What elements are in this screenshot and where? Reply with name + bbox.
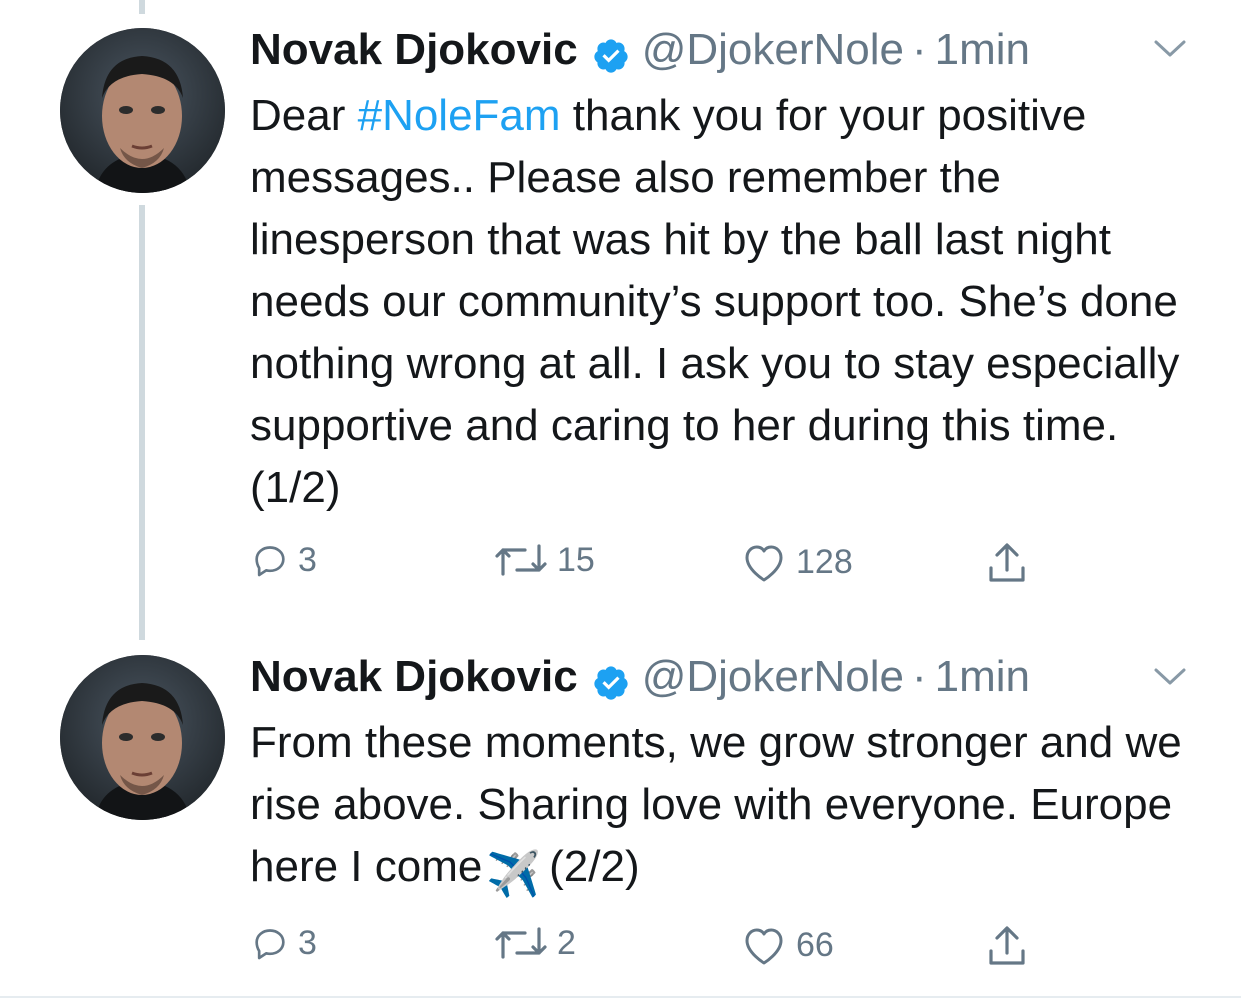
- airplane-emoji: ✈️: [486, 850, 542, 899]
- reply-count: 3: [298, 540, 317, 579]
- separator-dot: ·: [912, 652, 927, 701]
- reply-button[interactable]: 3: [250, 923, 317, 963]
- author-name[interactable]: Novak Djokovic: [250, 647, 578, 707]
- tweet-text-rest: (2/2): [549, 842, 640, 891]
- timestamp[interactable]: 1min: [935, 20, 1030, 80]
- tweet-actions: 3 2 66: [250, 923, 1150, 973]
- retweet-icon: [495, 544, 547, 576]
- author-handle[interactable]: @DjokerNole: [642, 20, 904, 80]
- reply-button[interactable]: 3: [250, 540, 317, 580]
- tweet-text-rest: thank you for your positive messages.. P…: [250, 91, 1180, 512]
- tweet-text-start: From these moments, we grow stronger and…: [250, 718, 1182, 891]
- like-button[interactable]: 128: [740, 540, 853, 584]
- chevron-down-icon[interactable]: [1150, 36, 1190, 62]
- separator-dot: ·: [912, 25, 927, 74]
- verified-badge-icon: [592, 658, 630, 700]
- tweet-text: From these moments, we grow stronger and…: [250, 712, 1210, 906]
- tweet-text: Dear #NoleFam thank you for your positiv…: [250, 85, 1210, 519]
- avatar[interactable]: [60, 28, 225, 193]
- tweet-header: Novak Djokovic @DjokerNole · 1min: [250, 647, 1030, 707]
- tweet-actions: 3 15 128: [250, 540, 1150, 590]
- share-button[interactable]: [985, 540, 1037, 586]
- hashtag-link[interactable]: #NoleFam: [358, 91, 561, 140]
- reply-icon: [255, 929, 285, 960]
- like-count: 128: [796, 542, 853, 581]
- divider: [0, 996, 1241, 998]
- heart-icon: [745, 545, 783, 582]
- author-handle[interactable]: @DjokerNole: [642, 647, 904, 707]
- reply-icon: [255, 546, 285, 577]
- share-icon: [989, 543, 1025, 582]
- avatar[interactable]: [60, 655, 225, 820]
- heart-icon: [745, 928, 783, 965]
- verified-badge-icon: [592, 31, 630, 73]
- share-icon: [989, 926, 1025, 965]
- like-count: 66: [796, 925, 834, 964]
- like-button[interactable]: 66: [740, 923, 834, 967]
- tweet-text-start: Dear: [250, 91, 358, 140]
- retweet-button[interactable]: 2: [493, 923, 576, 963]
- retweet-count: 15: [557, 540, 595, 579]
- tweet-header: Novak Djokovic @DjokerNole · 1min: [250, 20, 1030, 80]
- tweet-1[interactable]: Novak Djokovic @DjokerNole · 1min Dear #…: [0, 0, 1241, 620]
- chevron-down-icon[interactable]: [1150, 664, 1190, 690]
- retweet-button[interactable]: 15: [493, 540, 595, 580]
- share-button[interactable]: [985, 923, 1037, 969]
- timestamp[interactable]: 1min: [935, 647, 1030, 707]
- author-name[interactable]: Novak Djokovic: [250, 20, 578, 80]
- retweet-icon: [495, 927, 547, 959]
- retweet-count: 2: [557, 923, 576, 962]
- reply-count: 3: [298, 923, 317, 962]
- tweet-2[interactable]: Novak Djokovic @DjokerNole · 1min From t…: [0, 640, 1241, 990]
